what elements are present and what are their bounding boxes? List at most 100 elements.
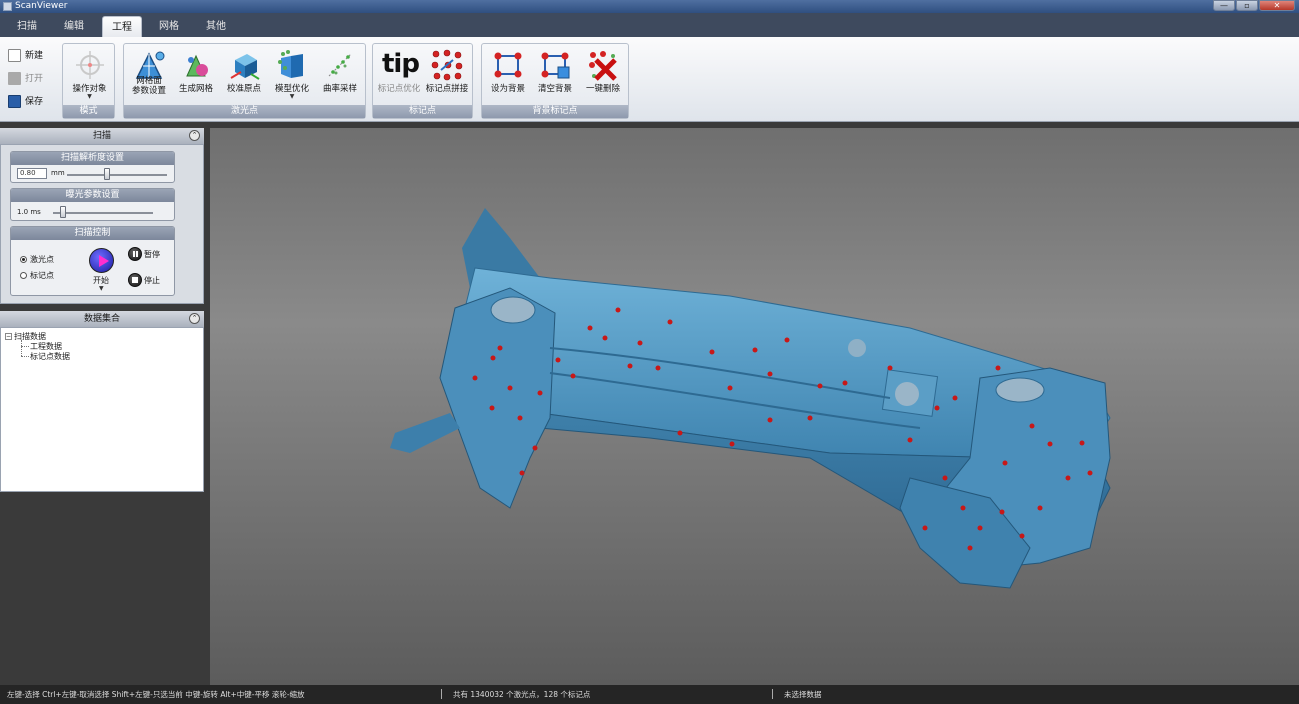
- status-separator: [772, 689, 773, 699]
- model-optimize-icon: [278, 50, 303, 78]
- app-icon: [3, 2, 12, 11]
- group-markers-label: 标记点: [373, 105, 472, 118]
- tree-collapse-icon[interactable]: −: [5, 333, 12, 340]
- laser-points-radio[interactable]: 激光点: [20, 254, 54, 265]
- tab-project[interactable]: 工程: [102, 16, 142, 37]
- exposure-slider-thumb[interactable]: [60, 206, 66, 218]
- save-label: 保存: [25, 96, 44, 107]
- one-click-delete-label: 一键删除: [585, 84, 620, 94]
- minimize-button[interactable]: —: [1213, 0, 1235, 11]
- plate-hole: [895, 382, 919, 406]
- group-laser-label: 激光点: [124, 105, 365, 118]
- window-controls: — ▫ ✕: [1213, 0, 1295, 12]
- resolution-input[interactable]: 0.80: [17, 168, 47, 179]
- dropdown-caret-icon[interactable]: ▼: [99, 286, 104, 292]
- scan-control-title: 扫描控制: [11, 227, 174, 240]
- new-label: 新建: [25, 50, 44, 61]
- open-label: 打开: [25, 73, 44, 84]
- tab-mesh[interactable]: 网格: [150, 16, 188, 37]
- small-hole: [848, 339, 866, 357]
- quick-actions: 新建 打开 保存: [8, 44, 58, 113]
- operate-object-button[interactable]: 操作对象 ▼: [67, 48, 112, 100]
- data-panel-header[interactable]: 数据集合 ⌃: [0, 311, 204, 327]
- close-button[interactable]: ✕: [1259, 0, 1295, 11]
- mesh-params-label-2: 参数设置: [131, 86, 166, 96]
- scanned-part-render: [390, 208, 1111, 589]
- dropdown-caret-icon: ▼: [289, 93, 295, 100]
- resolution-title: 扫描解析度设置: [11, 152, 174, 165]
- exposure-title: 曝光参数设置: [11, 189, 174, 202]
- tip-logo-icon: tip: [382, 49, 420, 79]
- exposure-slider[interactable]: [53, 212, 153, 214]
- group-background-markers: 设为背景 清空背景 一键删除 背景标记点: [481, 43, 629, 119]
- new-file-icon: [8, 49, 21, 62]
- set-background-icon: [494, 52, 522, 78]
- marker-points-label: 标记点: [30, 271, 54, 280]
- marker-stitch-button[interactable]: 标记点拼接: [424, 48, 470, 94]
- tree-item-marker-data[interactable]: 标记点数据: [30, 351, 70, 362]
- one-click-delete-button[interactable]: 一键删除: [581, 48, 625, 94]
- exposure-box: 曝光参数设置 1.0 ms: [10, 188, 175, 221]
- ribbon: 新建 打开 保存 操作对象 ▼ 模式 网格面 参数设置 生成网格 校准原点 模型…: [0, 37, 1299, 122]
- scan-panel-body: 扫描解析度设置 0.80 mm 曝光参数设置 1.0 ms 扫描控制 激光点 标…: [0, 144, 204, 304]
- delete-markers-icon: [589, 51, 617, 81]
- mesh-params-button[interactable]: 网格面 参数设置: [129, 48, 169, 96]
- resolution-slider[interactable]: [67, 174, 167, 176]
- stop-button[interactable]: 停止: [128, 273, 160, 287]
- curvature-sampling-label: 曲率采样: [322, 84, 357, 94]
- status-separator: [441, 689, 442, 699]
- group-laser: 网格面 参数设置 生成网格 校准原点 模型优化 ▼ 曲率采样 激光点: [123, 43, 366, 119]
- status-bar: 左键-选择 Ctrl+左键-取消选择 Shift+左键-只选当前 中键-旋转 A…: [0, 685, 1299, 704]
- collapse-icon[interactable]: ⌃: [189, 130, 200, 141]
- scan-panel-header[interactable]: 扫描 ⌃: [0, 128, 204, 144]
- pause-button[interactable]: 暂停: [128, 247, 160, 261]
- data-panel-title: 数据集合: [83, 314, 120, 324]
- tab-edit[interactable]: 编辑: [55, 16, 93, 37]
- save-disk-icon: [8, 95, 21, 108]
- marker-points-radio[interactable]: 标记点: [20, 270, 54, 281]
- clear-background-icon: [541, 52, 570, 79]
- status-counts: 共有 1340032 个激光点，128 个标记点: [453, 690, 591, 699]
- group-markers: tip 标记点优化 标记点拼接 标记点: [372, 43, 473, 119]
- open-button[interactable]: 打开: [8, 67, 58, 90]
- save-button[interactable]: 保存: [8, 90, 58, 113]
- clear-background-button[interactable]: 清空背景: [534, 48, 576, 94]
- status-hint: 左键-选择 Ctrl+左键-取消选择 Shift+左键-只选当前 中键-旋转 A…: [7, 690, 305, 699]
- 3d-viewport[interactable]: [210, 128, 1299, 685]
- tab-scan[interactable]: 扫描: [8, 16, 46, 37]
- left-panel: 扫描 ⌃ 扫描解析度设置 0.80 mm 曝光参数设置 1.0 ms 扫描控制 …: [0, 128, 204, 492]
- maximize-button[interactable]: ▫: [1236, 0, 1258, 11]
- left-hole: [490, 296, 536, 324]
- marker-stitch-icon: [431, 49, 463, 81]
- marker-stitch-label: 标记点拼接: [425, 84, 469, 94]
- collapse-icon[interactable]: ⌃: [189, 313, 200, 324]
- group-mode: 操作对象 ▼ 模式: [62, 43, 115, 119]
- calibrate-origin-label: 校准原点: [226, 84, 261, 94]
- generate-mesh-button[interactable]: 生成网格: [176, 48, 216, 94]
- radio-icon: [20, 256, 27, 263]
- set-background-button[interactable]: 设为背景: [487, 48, 529, 94]
- title-bar: ScanViewer — ▫ ✕: [0, 0, 1299, 13]
- calibrate-origin-button[interactable]: 校准原点: [224, 48, 264, 94]
- resolution-unit: mm: [51, 169, 65, 177]
- scan-control-box: 扫描控制 激光点 标记点 开始 ▼ 暂停 停止: [10, 226, 175, 296]
- tab-other[interactable]: 其他: [197, 16, 235, 37]
- marker-optimize-button[interactable]: tip 标记点优化: [376, 48, 422, 94]
- crosshair-icon: [75, 51, 104, 79]
- window-title: ScanViewer: [15, 1, 68, 11]
- start-scan-button[interactable]: [89, 248, 114, 273]
- data-tree: − 扫描数据 工程数据 标记点数据: [0, 327, 204, 492]
- tree-connector: [21, 346, 29, 347]
- status-selection: 未选择数据: [784, 690, 822, 699]
- resolution-slider-thumb[interactable]: [104, 168, 110, 180]
- clear-background-label: 清空背景: [537, 84, 572, 94]
- laser-points-label: 激光点: [30, 255, 54, 264]
- exposure-value: 1.0 ms: [17, 208, 41, 216]
- curvature-sampling-button[interactable]: 曲率采样: [319, 48, 361, 94]
- right-hole: [995, 377, 1045, 403]
- set-background-label: 设为背景: [490, 84, 525, 94]
- calibrate-origin-icon: [230, 54, 260, 80]
- new-button[interactable]: 新建: [8, 44, 58, 67]
- pause-label: 暂停: [144, 249, 160, 259]
- model-optimize-button[interactable]: 模型优化 ▼: [272, 48, 312, 100]
